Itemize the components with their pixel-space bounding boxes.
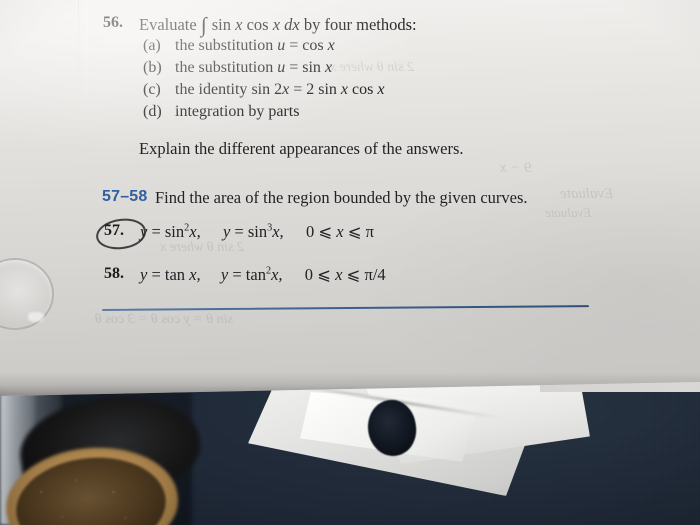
exercise-56-part-d-text: integration by parts <box>175 103 300 120</box>
problem-58-lo: 0 <box>304 265 314 284</box>
ghost-text-2: Evaluate <box>560 186 614 202</box>
page-seam-line <box>78 0 79 118</box>
problem-58-y1: y <box>140 265 148 284</box>
exercise-56-part-c-label: (c) <box>143 81 161 98</box>
part-c-sin2x: sin 2 <box>251 81 283 98</box>
part-c-var-3: x <box>377 81 385 98</box>
problem-58-var2: x, <box>271 265 283 284</box>
integral-sign: ∫ <box>200 13 207 37</box>
part-a-equals: = cos <box>289 37 324 54</box>
part-b-math: u <box>277 59 286 76</box>
problem-57-eq2: = <box>234 222 244 241</box>
problem-57-lo: 0 <box>305 222 315 241</box>
problem-58-var1: x, <box>189 265 201 284</box>
exercise-56-stem-suffix: by four methods: <box>303 15 417 34</box>
part-c-prefix: the identity <box>175 81 248 98</box>
problem-57-hi: π <box>365 222 375 241</box>
textbook-page: 9 − x Evaluate 2 sin θ where x sin θ = y… <box>0 0 700 396</box>
problem-58-fn2: tan <box>245 265 266 284</box>
screenshot-root: 69. 70 9 − x Evaluate 2 sin θ where x si… <box>0 0 700 525</box>
problem-57-body: y = sin2x, y = sin3x, 0 ⩽ x ⩽ π <box>140 222 374 242</box>
exercise-56-part-a-text: the substitution u = cos x <box>175 37 335 55</box>
problem-58-dvar: x <box>335 265 343 284</box>
ghost-text-6: Evaluate <box>545 205 592 220</box>
ghost-text-1: 9 − x <box>500 160 532 176</box>
part-b-equals: = sin <box>289 59 321 76</box>
problem-57-var2: x, <box>272 222 284 241</box>
problem-58-eq2: = <box>232 265 242 284</box>
exercise-56-stem-prefix: Evaluate <box>139 15 197 34</box>
exercise-56-number: 56. <box>103 14 123 31</box>
binder-ring-mark <box>0 258 54 330</box>
problem-58-number: 58. <box>104 265 124 282</box>
exercise-56-cos: cos <box>246 15 273 34</box>
problem-58-rel2: ⩽ <box>346 265 361 284</box>
exercise-56-part-d-label: (d) <box>143 103 162 120</box>
part-b-prefix: the substitution <box>175 59 274 76</box>
part-a-var: x <box>327 37 335 54</box>
problem-57-var1: x, <box>189 222 201 241</box>
problem-57-rel1: ⩽ <box>318 222 333 241</box>
part-c-var-2: x <box>340 81 349 98</box>
exercise-56-var-1: x <box>235 15 243 34</box>
section-instruction: Find the area of the region bounded by t… <box>155 188 528 207</box>
problem-58-fn1: tan <box>164 265 186 284</box>
part-c-cos: cos <box>352 81 374 98</box>
part-c-var-1: x <box>282 81 290 98</box>
ghost-text-5: 2 sin θ where x <box>330 60 415 75</box>
problem-57-y2: y <box>222 222 231 241</box>
problem-57-fn1: sin <box>164 222 185 241</box>
problem-57-fn2: sin <box>247 222 268 241</box>
ghost-text-4: sin θ = y cos θ = 3 cos θ <box>95 312 233 327</box>
exercise-56-var-2: x dx <box>272 15 300 34</box>
exercise-56-part-b-text: the substitution u = sin x <box>175 59 332 77</box>
problem-58-hi: π/4 <box>364 265 386 284</box>
ghost-text-3: 2 sin θ where x <box>160 240 245 255</box>
section-divider-rule <box>101 305 589 311</box>
problem-58-rel1: ⩽ <box>317 265 331 284</box>
part-b-var: x <box>324 59 333 76</box>
exercise-56-stem: Evaluate ∫ sin x cos x dx by four method… <box>139 13 417 37</box>
problem-58-eq1: = <box>151 265 161 284</box>
problem-57-rel2: ⩽ <box>347 222 362 241</box>
problem-58-y2: y <box>220 265 229 284</box>
exercise-56-sin: sin <box>211 15 236 34</box>
problem-57-y1: y <box>140 222 148 241</box>
exercise-56-part-c-text: the identity sin 2x = 2 sin x cos x <box>175 81 384 99</box>
binder-ring-highlight <box>28 312 44 322</box>
exercise-56-closing: Explain the different appearances of the… <box>139 139 464 158</box>
section-range-label: 57–58 <box>102 188 148 205</box>
part-a-prefix: the substitution <box>175 37 274 54</box>
problem-57-dvar: x <box>336 222 344 241</box>
part-c-equals: = 2 sin <box>293 81 337 98</box>
problem-58-body: y = tan x, y = tan2x, 0 ⩽ x ⩽ π/4 <box>140 265 386 285</box>
page-seam-highlight <box>86 0 87 118</box>
problem-57-number: 57. <box>104 222 124 239</box>
exercise-56-part-a-label: (a) <box>143 37 161 54</box>
exercise-56-part-b-label: (b) <box>143 59 162 76</box>
part-a-math: u <box>277 37 286 54</box>
problem-57-eq1: = <box>151 222 161 241</box>
